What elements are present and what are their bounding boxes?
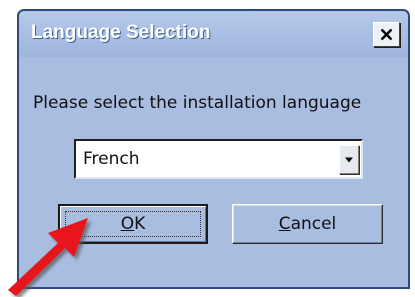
close-button[interactable] [373,22,400,47]
chevron-down-icon [345,157,353,162]
language-dropdown-value: French [83,149,140,169]
cancel-label-rest: ancel [290,214,337,234]
cancel-button[interactable]: Cancel [232,204,383,244]
dropdown-button[interactable] [339,145,359,174]
dialog-body: Please select the installation language … [19,57,408,287]
focus-rectangle [65,211,201,237]
cancel-mnemonic: C [278,214,291,234]
screenshot-stage: Language Selection Please select the ins… [0,0,415,297]
title-bar[interactable]: Language Selection [19,11,408,57]
ok-button[interactable]: OK [58,204,208,244]
dialog-title: Language Selection [31,22,211,43]
instruction-text: Please select the installation language [33,93,362,113]
cancel-button-label: Cancel [279,214,337,234]
language-selection-dialog: Language Selection Please select the ins… [17,9,410,289]
language-dropdown[interactable]: French [74,139,363,179]
close-icon [380,28,393,41]
